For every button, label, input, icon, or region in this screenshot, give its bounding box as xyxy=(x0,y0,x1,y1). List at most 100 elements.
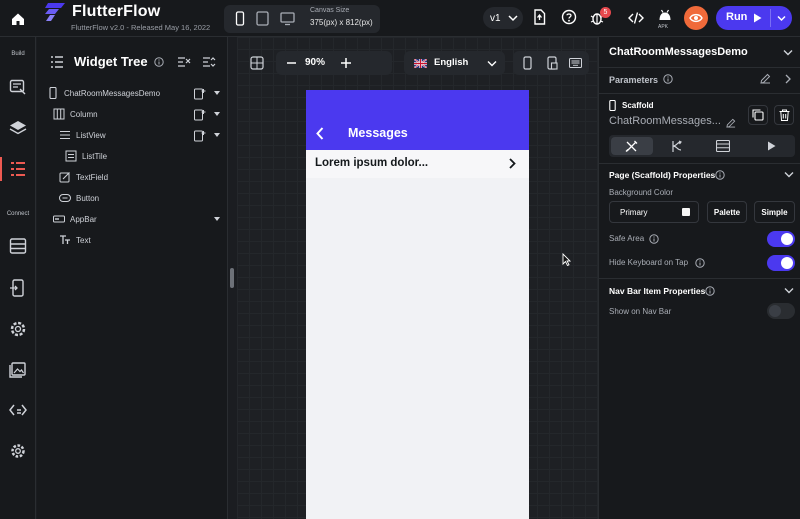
toggle-knob xyxy=(781,233,793,245)
version-dropdown[interactable]: v1 xyxy=(483,7,523,29)
app-bar[interactable]: Messages xyxy=(306,90,529,150)
flutterflow-logo-icon xyxy=(45,3,65,21)
desktop-icon[interactable] xyxy=(280,11,295,26)
phone-icon[interactable] xyxy=(235,11,245,26)
chevron-down-icon[interactable] xyxy=(784,287,794,294)
copy-widget-button[interactable] xyxy=(748,105,768,125)
chevron-down-icon xyxy=(487,61,497,67)
tree-item-page[interactable]: ChatRoomMessagesDemo xyxy=(47,83,160,103)
info-icon[interactable] xyxy=(649,234,659,244)
notification-badge: 5 xyxy=(600,7,611,18)
chevron-right-icon[interactable] xyxy=(785,74,791,84)
app-bar-icon xyxy=(53,215,65,223)
list-view-icon xyxy=(60,130,70,140)
app-bar-title: Messages xyxy=(348,126,408,140)
home-button[interactable] xyxy=(0,0,36,37)
run-button[interactable]: Run xyxy=(716,6,792,30)
chevron-down-icon[interactable] xyxy=(783,49,793,56)
simple-button[interactable]: Simple xyxy=(754,201,795,223)
collapse-all-icon[interactable] xyxy=(177,56,191,68)
info-icon[interactable] xyxy=(695,258,705,268)
grid-toggle-button[interactable] xyxy=(245,51,269,75)
tree-item-button[interactable]: Button xyxy=(59,188,99,208)
tree-item-textfield[interactable]: TextField xyxy=(59,167,108,187)
settings-cog-icon[interactable] xyxy=(8,319,28,339)
run-label: Run xyxy=(726,11,748,23)
tree-item-appbar[interactable]: AppBar xyxy=(53,209,97,229)
caret-down-icon[interactable] xyxy=(214,133,220,137)
text-field-icon xyxy=(59,172,70,183)
add-child-icon[interactable] xyxy=(194,130,206,142)
list-tile[interactable]: Lorem ipsum dolor... xyxy=(306,150,529,178)
zoom-out-icon[interactable] xyxy=(287,62,296,64)
tab-properties[interactable] xyxy=(611,137,653,155)
active-indicator xyxy=(0,157,2,181)
show-nav-toggle[interactable] xyxy=(767,303,795,319)
custom-code-icon[interactable] xyxy=(8,400,28,420)
tree-item-label: Button xyxy=(76,193,100,203)
edit-icon[interactable] xyxy=(760,73,771,84)
chevron-down-icon[interactable] xyxy=(777,15,786,22)
tree-item-text[interactable]: Text xyxy=(59,230,91,250)
canvas-area: 90% English Messages Lorem ipsum dolor..… xyxy=(237,37,598,519)
grid-icon xyxy=(250,56,264,70)
back-arrow-icon[interactable] xyxy=(316,127,324,140)
eye-icon xyxy=(689,13,703,23)
list-tile-title: Lorem ipsum dolor... xyxy=(315,157,429,169)
add-child-icon[interactable] xyxy=(194,88,206,100)
add-child-icon[interactable] xyxy=(194,109,206,121)
logo: FlutterFlow xyxy=(45,3,160,21)
android-icon[interactable] xyxy=(658,9,672,21)
safe-area-toggle[interactable] xyxy=(767,231,795,247)
gear-icon[interactable] xyxy=(8,441,28,461)
media-assets-icon[interactable] xyxy=(8,359,28,379)
api-calls-icon[interactable] xyxy=(8,278,28,298)
tree-item-column[interactable]: Column xyxy=(53,104,98,124)
tree-item-label: ChatRoomMessagesDemo xyxy=(64,88,161,98)
layers-icon[interactable] xyxy=(8,118,28,138)
apk-label: APK xyxy=(658,24,669,30)
keyboard-icon[interactable] xyxy=(569,58,582,68)
chevron-down-icon[interactable] xyxy=(784,171,794,178)
palette-button[interactable]: Palette xyxy=(707,201,747,223)
caret-down-icon[interactable] xyxy=(214,91,220,95)
caret-down-icon[interactable] xyxy=(214,112,220,116)
play-icon[interactable] xyxy=(767,141,776,151)
chevron-right-icon xyxy=(509,158,516,169)
database-icon[interactable] xyxy=(8,236,28,256)
widget-tree-icon[interactable] xyxy=(8,159,28,179)
caret-down-icon[interactable] xyxy=(214,217,220,221)
tree-item-listtile[interactable]: ListTile xyxy=(65,146,107,166)
phone-preview: Messages Lorem ipsum dolor... xyxy=(306,90,529,519)
hide-keyboard-label: Hide Keyboard on Tap xyxy=(609,258,689,267)
phone-landscape-icon[interactable] xyxy=(547,56,558,70)
zoom-in-icon[interactable] xyxy=(341,58,351,68)
delete-widget-button[interactable] xyxy=(774,105,794,125)
hide-keyboard-toggle[interactable] xyxy=(767,255,795,271)
splitter-handle[interactable] xyxy=(230,268,234,288)
section-nav-bar-properties: Nav Bar Item Properties xyxy=(609,286,706,296)
copy-icon xyxy=(752,109,764,121)
info-icon[interactable] xyxy=(154,57,164,67)
bg-color-select[interactable]: Primary xyxy=(609,201,699,223)
actions-icon[interactable] xyxy=(670,140,683,153)
info-icon[interactable] xyxy=(663,74,673,84)
info-icon[interactable] xyxy=(705,286,715,296)
preview-button[interactable] xyxy=(684,6,708,30)
pages-icon[interactable] xyxy=(8,77,28,97)
tablet-icon[interactable] xyxy=(256,11,269,26)
expand-all-icon[interactable] xyxy=(202,56,216,68)
phone-icon[interactable] xyxy=(523,56,532,70)
export-code-icon[interactable] xyxy=(533,9,546,25)
tree-item-listview[interactable]: ListView xyxy=(59,125,106,145)
mouse-cursor-icon xyxy=(562,253,571,266)
divider xyxy=(599,67,800,68)
panel-splitter[interactable] xyxy=(228,37,237,519)
language-dropdown[interactable]: English xyxy=(404,51,505,75)
help-icon[interactable] xyxy=(561,9,577,25)
backend-query-icon[interactable] xyxy=(716,140,730,152)
phone-icon xyxy=(609,100,616,111)
edit-icon[interactable] xyxy=(726,118,736,128)
code-icon[interactable] xyxy=(628,11,644,25)
info-icon[interactable] xyxy=(715,170,725,180)
